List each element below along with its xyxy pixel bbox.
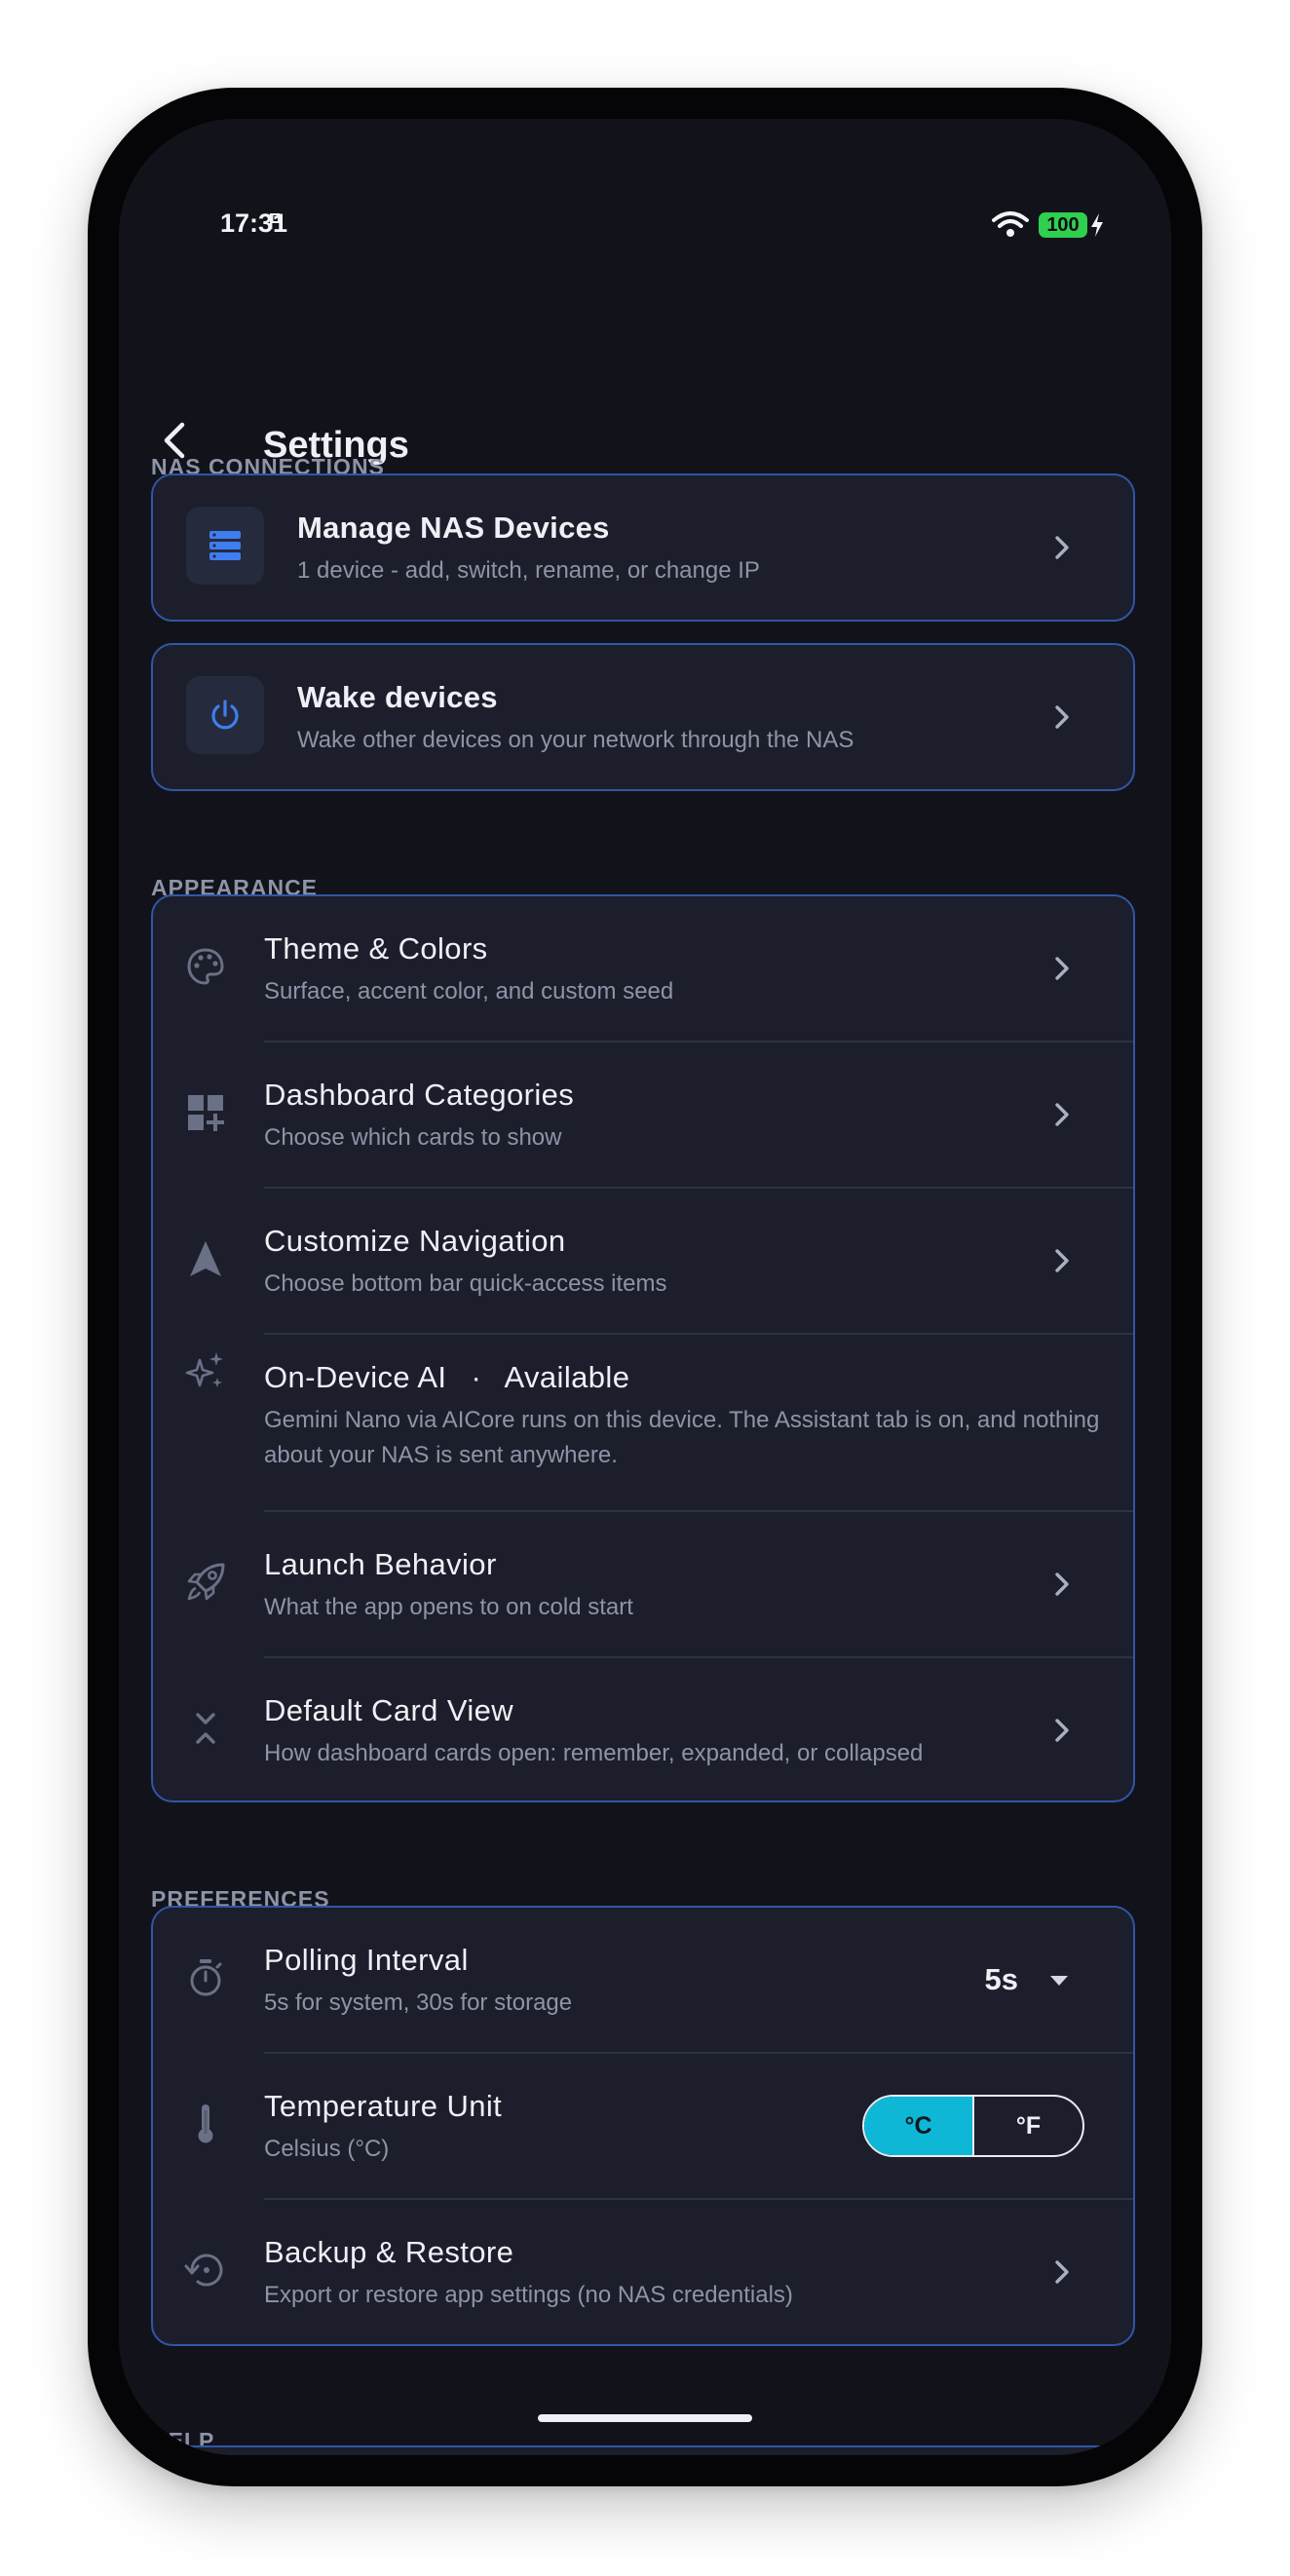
help-card[interactable]: [151, 2445, 1135, 2455]
settings-row-polling-interval: Polling Interval 5s for system, 30s for …: [153, 1908, 1133, 2052]
title-separator: ·: [471, 1360, 482, 1394]
palette-icon: [184, 945, 227, 988]
settings-row-launch-behavior[interactable]: Launch Behavior What the app opens to on…: [153, 1512, 1133, 1656]
power-icon: [186, 676, 264, 754]
default-card-view-title: Default Card View: [264, 1693, 514, 1727]
appearance-card: Theme & Colors Surface, accent color, an…: [151, 894, 1135, 1802]
wifi-icon: [992, 210, 1029, 243]
celsius-option[interactable]: °C: [864, 2097, 972, 2155]
settings-row-default-card-view[interactable]: Default Card View How dashboard cards op…: [153, 1658, 1133, 1802]
manage-nas-subtitle: 1 device - add, switch, rename, or chang…: [297, 557, 760, 584]
home-indicator[interactable]: [538, 2414, 752, 2422]
dropdown-arrow-icon[interactable]: [1047, 1968, 1071, 1991]
on-device-ai-subtitle: Gemini Nano via AICore runs on this devi…: [264, 1407, 1100, 1468]
rocket-icon: [184, 1561, 227, 1604]
preferences-card: Polling Interval 5s for system, 30s for …: [151, 1906, 1135, 2346]
restore-icon: [184, 2249, 227, 2292]
chevron-right-icon: [1047, 1570, 1077, 1599]
theme-colors-title: Theme & Colors: [264, 931, 488, 966]
dashboard-add-icon: [184, 1091, 227, 1134]
sparkle-icon: [184, 1350, 227, 1393]
backup-restore-subtitle: Export or restore app settings (no NAS c…: [264, 2282, 793, 2308]
server-icon: [186, 507, 264, 585]
settings-row-on-device-ai: On-Device AI · Available Gemini Nano via…: [153, 1335, 1133, 1510]
temperature-unit-title: Temperature Unit: [264, 2089, 503, 2123]
manage-nas-devices-card[interactable]: Manage NAS Devices 1 device - add, switc…: [151, 474, 1135, 622]
launch-behavior-subtitle: What the app opens to on cold start: [264, 1594, 633, 1620]
on-device-ai-title: On-Device AI: [264, 1360, 447, 1394]
backup-restore-title: Backup & Restore: [264, 2235, 514, 2269]
timer-icon: [184, 1956, 227, 1999]
settings-row-customize-navigation[interactable]: Customize Navigation Choose bottom bar q…: [153, 1189, 1133, 1333]
wake-devices-card[interactable]: Wake devices Wake other devices on your …: [151, 643, 1135, 791]
chevron-right-icon: [1047, 533, 1077, 562]
chevron-right-icon: [1047, 1246, 1077, 1275]
wake-devices-title: Wake devices: [297, 680, 498, 714]
on-device-ai-title-line: On-Device AI · Available: [264, 1360, 629, 1395]
chevron-right-icon: [1047, 1716, 1077, 1745]
wake-devices-subtitle: Wake other devices on your network throu…: [297, 727, 854, 753]
navigation-arrow-icon: [184, 1237, 227, 1280]
fahrenheit-option[interactable]: °F: [972, 2097, 1082, 2155]
polling-interval-title: Polling Interval: [264, 1943, 469, 1977]
temperature-unit-subtitle: Celsius (°C): [264, 2136, 390, 2162]
settings-row-dashboard-categories[interactable]: Dashboard Categories Choose which cards …: [153, 1042, 1133, 1187]
chevron-right-icon: [1047, 702, 1077, 732]
polling-interval-subtitle: 5s for system, 30s for storage: [264, 1989, 573, 2016]
app-screen: 17:31 100 Settings NAS CONNECTIONS Manag…: [119, 119, 1171, 2455]
launch-behavior-title: Launch Behavior: [264, 1547, 497, 1581]
customize-navigation-subtitle: Choose bottom bar quick-access items: [264, 1270, 667, 1297]
chevron-right-icon: [1047, 1100, 1077, 1129]
collapse-icon: [184, 1707, 227, 1750]
battery-indicator: 100: [1039, 212, 1087, 238]
settings-row-temperature-unit: Temperature Unit Celsius (°C) °C °F: [153, 2054, 1133, 2198]
settings-row-backup-restore[interactable]: Backup & Restore Export or restore app s…: [153, 2200, 1133, 2344]
thermometer-icon: [184, 2102, 227, 2145]
temperature-unit-toggle: °C °F: [862, 2095, 1084, 2157]
charging-icon: [1089, 212, 1105, 243]
notification-flag-icon: [269, 211, 281, 236]
dashboard-categories-title: Dashboard Categories: [264, 1078, 575, 1112]
polling-interval-dropdown[interactable]: 5s: [985, 1962, 1018, 1997]
phone-frame: 17:31 100 Settings NAS CONNECTIONS Manag…: [88, 88, 1202, 2486]
customize-navigation-title: Customize Navigation: [264, 1224, 566, 1258]
theme-colors-subtitle: Surface, accent color, and custom seed: [264, 978, 674, 1004]
chevron-right-icon: [1047, 954, 1077, 983]
default-card-view-subtitle: How dashboard cards open: remember, expa…: [264, 1740, 924, 1766]
settings-row-theme-colors[interactable]: Theme & Colors Surface, accent color, an…: [153, 896, 1133, 1041]
dashboard-categories-subtitle: Choose which cards to show: [264, 1124, 562, 1151]
manage-nas-title: Manage NAS Devices: [297, 511, 610, 545]
chevron-right-icon: [1047, 2257, 1077, 2287]
on-device-ai-status: Available: [504, 1360, 630, 1394]
